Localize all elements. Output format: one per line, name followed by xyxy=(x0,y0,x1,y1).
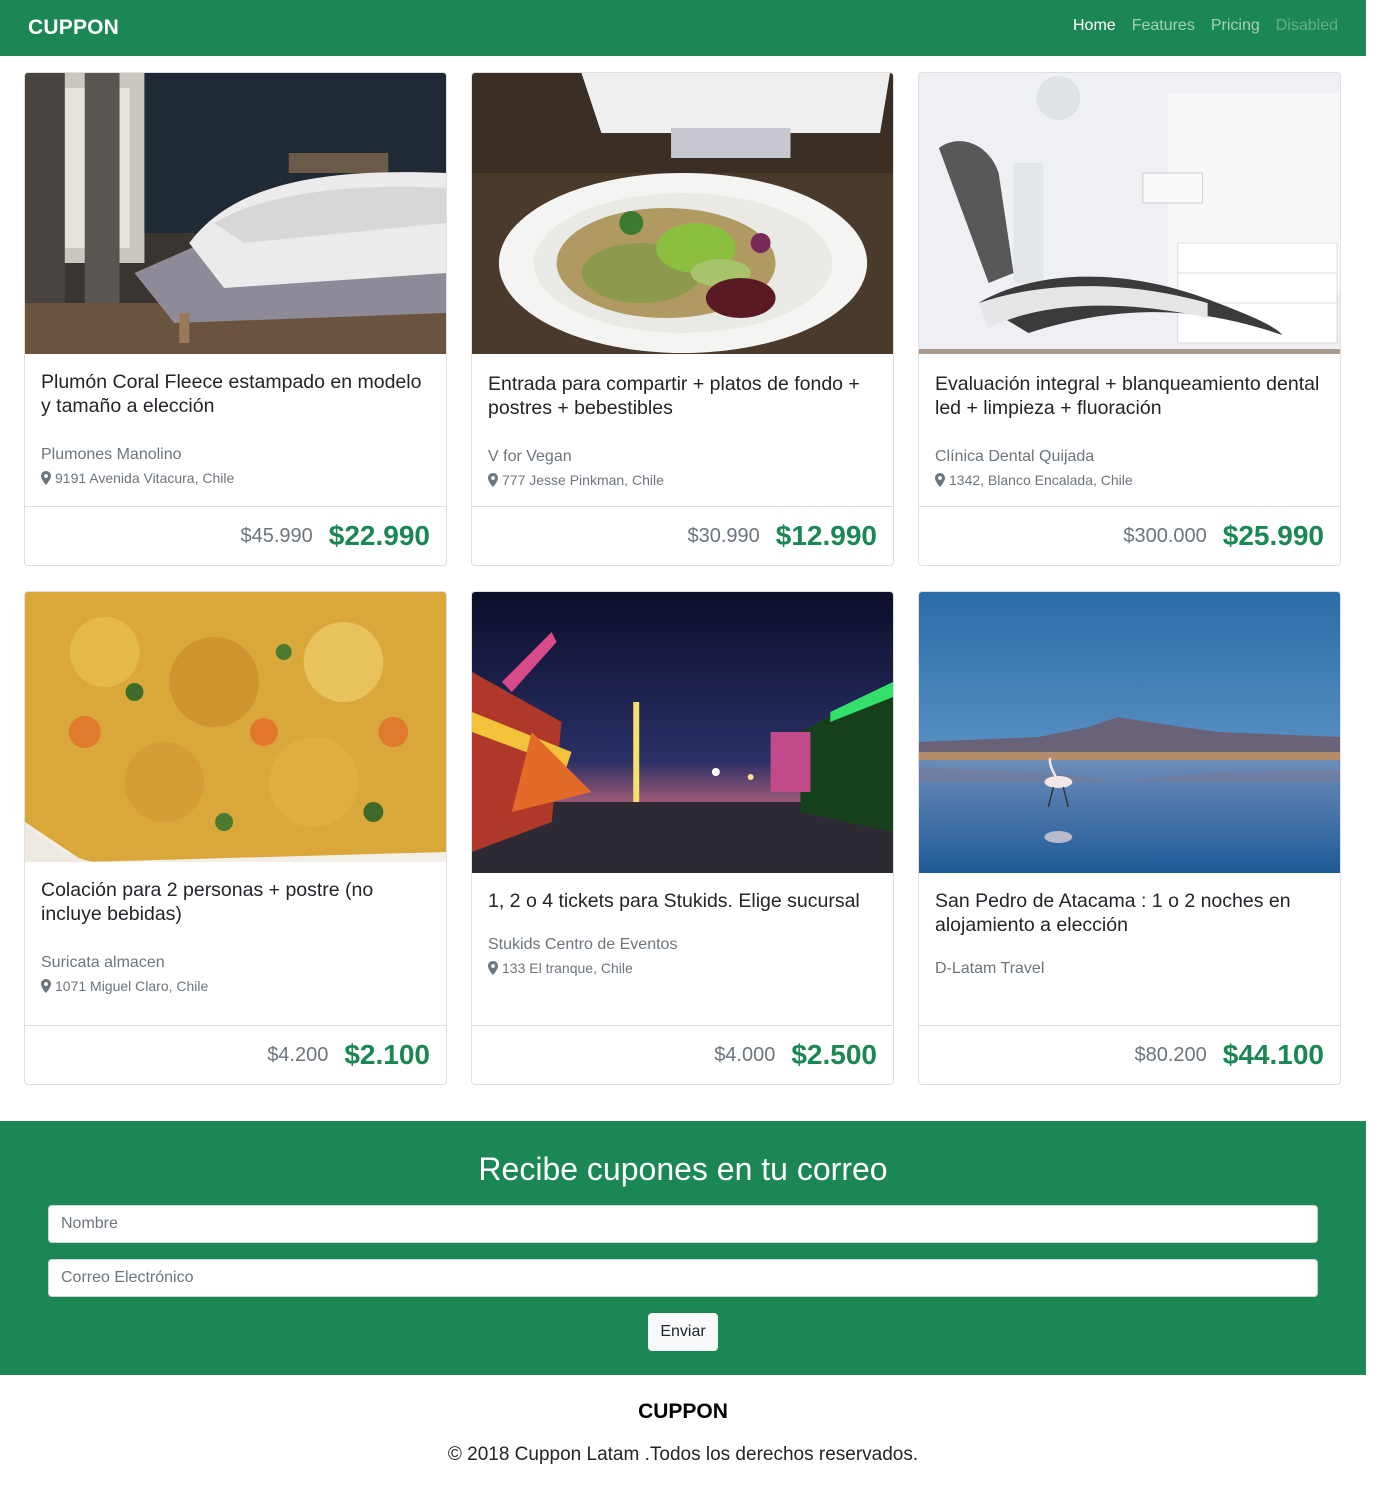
deal-address-text: 133 El tranque, Chile xyxy=(502,960,633,976)
deal-body: Colación para 2 personas + postre (no in… xyxy=(25,862,446,994)
deal-merchant: D-Latam Travel xyxy=(935,960,1045,977)
deal-address: 777 Jesse Pinkman, Chile xyxy=(488,472,877,488)
deal-price-footer: $80.200 $44.100 xyxy=(919,1025,1340,1084)
email-field[interactable] xyxy=(48,1259,1318,1297)
deal-price-footer: $45.990 $22.990 xyxy=(25,506,446,565)
deal-title[interactable]: 1, 2 o 4 tickets para Stukids. Elige suc… xyxy=(488,889,877,913)
deal-card[interactable]: Plumón Coral Fleece estampado en modelo … xyxy=(24,72,447,566)
deal-card[interactable]: Colación para 2 personas + postre (no in… xyxy=(24,591,447,1085)
deal-card[interactable]: Evaluación integral + blanqueamiento den… xyxy=(918,72,1341,566)
map-marker-icon xyxy=(935,473,945,487)
deal-new-price: $22.990 xyxy=(328,520,430,551)
deal-image-bedroom[interactable] xyxy=(25,73,446,354)
deal-address: 9191 Avenida Vitacura, Chile xyxy=(41,470,430,486)
deal-body: San Pedro de Atacama : 1 o 2 noches en a… xyxy=(919,873,1340,978)
deal-title[interactable]: Evaluación integral + blanqueamiento den… xyxy=(935,372,1324,420)
newsletter-title: Recibe cupones en tu correo xyxy=(478,1151,888,1187)
deal-merchant: Stukids Centro de Eventos xyxy=(488,936,678,953)
newsletter-section: Recibe cupones en tu correo Enviar xyxy=(0,1121,1366,1375)
deal-body: Plumón Coral Fleece estampado en modelo … xyxy=(25,354,446,486)
deal-title[interactable]: San Pedro de Atacama : 1 o 2 noches en a… xyxy=(935,889,1324,937)
map-marker-icon xyxy=(488,961,498,975)
map-marker-icon xyxy=(488,473,498,487)
deal-card[interactable]: 1, 2 o 4 tickets para Stukids. Elige suc… xyxy=(471,591,894,1085)
deal-merchant: Suricata almacen xyxy=(41,954,165,971)
deal-merchant: Plumones Manolino xyxy=(41,446,182,463)
deal-image-atacama[interactable] xyxy=(919,592,1340,873)
deal-old-price: $300.000 xyxy=(1123,524,1207,547)
deal-title[interactable]: Colación para 2 personas + postre (no in… xyxy=(41,878,430,926)
brand-logo[interactable]: CUPPON xyxy=(28,16,119,40)
deal-card[interactable]: Entrada para compartir + platos de fondo… xyxy=(471,72,894,566)
deal-old-price: $80.200 xyxy=(1134,1043,1207,1066)
nav-home[interactable]: Home xyxy=(1073,17,1116,35)
footer-copyright: © 2018 Cuppon Latam .Todos los derechos … xyxy=(447,1444,919,1465)
deal-price-footer: $300.000 $25.990 xyxy=(919,506,1340,565)
map-marker-icon xyxy=(41,979,51,993)
deal-old-price: $4.000 xyxy=(714,1043,776,1066)
deal-new-price: $2.500 xyxy=(791,1039,877,1070)
deal-address-text: 1342, Blanco Encalada, Chile xyxy=(949,472,1133,488)
deal-new-price: $2.100 xyxy=(344,1039,430,1070)
submit-button[interactable]: Enviar xyxy=(648,1313,718,1351)
deal-image-food[interactable] xyxy=(25,592,446,862)
deal-body: Entrada para compartir + platos de fondo… xyxy=(472,354,893,488)
name-field[interactable] xyxy=(48,1205,1318,1243)
deal-address: 133 El tranque, Chile xyxy=(488,960,877,976)
deal-merchant: V for Vegan xyxy=(488,448,572,465)
footer-brand: CUPPON xyxy=(638,1400,728,1423)
nav-disabled: Disabled xyxy=(1275,17,1338,34)
deal-new-price: $44.100 xyxy=(1222,1039,1324,1070)
deal-card[interactable]: San Pedro de Atacama : 1 o 2 noches en a… xyxy=(918,591,1341,1085)
deal-image-salad[interactable] xyxy=(472,73,893,354)
deals-grid: Plumón Coral Fleece estampado en modelo … xyxy=(24,72,1342,1085)
deal-price-footer: $4.000 $2.500 xyxy=(472,1025,893,1084)
deal-title[interactable]: Entrada para compartir + platos de fondo… xyxy=(488,372,877,420)
map-marker-icon xyxy=(41,471,51,485)
deal-price-footer: $30.990 $12.990 xyxy=(472,506,893,565)
deal-address-text: 1071 Miguel Claro, Chile xyxy=(55,978,209,994)
deal-body: Evaluación integral + blanqueamiento den… xyxy=(919,354,1340,488)
deal-old-price: $30.990 xyxy=(687,524,760,547)
deal-image-dental[interactable] xyxy=(919,73,1340,354)
deal-address: 1071 Miguel Claro, Chile xyxy=(41,978,430,994)
navbar: CUPPON Home Features Pricing Disabled xyxy=(0,0,1366,56)
deal-new-price: $12.990 xyxy=(775,520,877,551)
nav-pricing[interactable]: Pricing xyxy=(1211,17,1260,35)
deal-merchant: Clínica Dental Quijada xyxy=(935,448,1095,465)
deal-old-price: $4.200 xyxy=(267,1043,329,1066)
main-nav: Home Features Pricing Disabled xyxy=(1073,17,1338,35)
deal-image-fair[interactable] xyxy=(472,592,893,873)
deal-price-footer: $4.200 $2.100 xyxy=(25,1025,446,1084)
nav-features[interactable]: Features xyxy=(1132,17,1195,35)
deal-new-price: $25.990 xyxy=(1222,520,1324,551)
deal-address-text: 777 Jesse Pinkman, Chile xyxy=(502,472,664,488)
deal-old-price: $45.990 xyxy=(240,524,313,547)
deal-title[interactable]: Plumón Coral Fleece estampado en modelo … xyxy=(41,370,430,418)
deal-body: 1, 2 o 4 tickets para Stukids. Elige suc… xyxy=(472,873,893,976)
deal-address-text: 9191 Avenida Vitacura, Chile xyxy=(55,470,235,486)
deal-address: 1342, Blanco Encalada, Chile xyxy=(935,472,1324,488)
